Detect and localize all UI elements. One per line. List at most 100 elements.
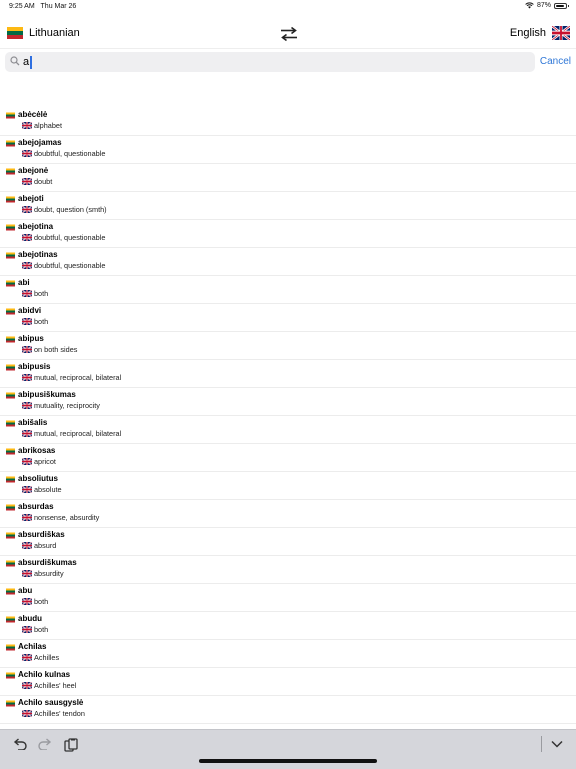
toolbar-divider: [541, 736, 542, 752]
uk-flag-icon: [22, 262, 32, 269]
lithuanian-term: abipus: [18, 334, 44, 343]
battery-icon: [554, 2, 569, 9]
uk-flag-icon: [22, 542, 32, 549]
lithuanian-term: Achilas: [18, 642, 47, 651]
english-translation: doubtful, questionable: [34, 233, 106, 242]
lithuanian-term: abejojamas: [18, 138, 62, 147]
result-row[interactable]: abudu both: [0, 612, 576, 640]
lithuanian-term: abejotinas: [18, 250, 58, 259]
uk-flag-icon: [22, 290, 32, 297]
result-row[interactable]: abejotina doubtful, questionable: [0, 220, 576, 248]
uk-flag-icon: [22, 234, 32, 241]
uk-flag-icon: [22, 682, 32, 689]
lithuanian-term: absurdiškas: [18, 530, 65, 539]
lithuania-flag-icon: [6, 588, 15, 595]
english-translation: absurdity: [34, 569, 64, 578]
lithuanian-term: abidvi: [18, 306, 42, 315]
lithuania-flag-icon: [6, 168, 15, 175]
swap-languages-button[interactable]: [279, 26, 299, 42]
english-translation: on both sides: [34, 345, 78, 354]
lithuania-flag-icon: [6, 308, 15, 315]
english-translation: both: [34, 597, 49, 606]
result-row[interactable]: abejotinas doubtful, questionable: [0, 248, 576, 276]
lithuanian-term: absurdas: [18, 502, 54, 511]
undo-icon[interactable]: [13, 738, 27, 750]
lithuanian-term: abrikosas: [18, 446, 56, 455]
result-row[interactable]: abišalis mutual, reciprocal, bilateral: [0, 416, 576, 444]
result-row[interactable]: abėcėlė alphabet: [0, 108, 576, 136]
uk-flag-icon: [22, 318, 32, 325]
english-translation: nonsense, absurdity: [34, 513, 100, 522]
uk-flag-icon: [22, 570, 32, 577]
uk-flag-icon: [22, 598, 32, 605]
lithuania-flag-icon: [6, 196, 15, 203]
english-translation: mutuality, reciprocity: [34, 401, 100, 410]
result-row[interactable]: Achilo kulnas Achilles' heel: [0, 668, 576, 696]
uk-flag-icon: [22, 346, 32, 353]
lithuanian-term: abu: [18, 586, 33, 595]
result-row[interactable]: absurdiškas absurd: [0, 528, 576, 556]
lithuania-flag-icon: [6, 504, 15, 511]
result-row[interactable]: abipusiškumas mutuality, reciprocity: [0, 388, 576, 416]
language-header: Lithuanian English: [0, 22, 576, 48]
chevron-down-icon[interactable]: [551, 740, 563, 748]
home-indicator: [199, 759, 377, 763]
target-language-selector[interactable]: English: [510, 26, 570, 40]
result-row[interactable]: abejonė doubt: [0, 164, 576, 192]
lithuanian-term: abišalis: [18, 418, 48, 427]
lithuanian-term: abejotina: [18, 222, 54, 231]
result-row[interactable]: abejoti doubt, question (smth): [0, 192, 576, 220]
lithuania-flag-icon: [6, 560, 15, 567]
result-row[interactable]: absurdiškumas absurdity: [0, 556, 576, 584]
lithuania-flag-icon: [6, 252, 15, 259]
lithuania-flag-icon: [6, 140, 15, 147]
keyboard-toolbar: [0, 729, 576, 769]
uk-flag-icon: [552, 26, 570, 40]
result-row[interactable]: abu both: [0, 584, 576, 612]
result-row[interactable]: abi both: [0, 276, 576, 304]
lithuania-flag-icon: [6, 280, 15, 287]
paste-icon[interactable]: [64, 738, 78, 752]
uk-flag-icon: [22, 402, 32, 409]
search-input[interactable]: [23, 53, 523, 71]
lithuania-flag-icon: [6, 476, 15, 483]
result-row[interactable]: Achilas Achilles: [0, 640, 576, 668]
search-icon: [10, 56, 20, 66]
result-row[interactable]: absoliutus absolute: [0, 472, 576, 500]
lithuanian-term: abejoti: [18, 194, 44, 203]
source-language-selector[interactable]: Lithuanian: [7, 27, 80, 39]
uk-flag-icon: [22, 178, 32, 185]
source-language-label: Lithuanian: [29, 27, 80, 39]
lithuanian-term: absurdiškumas: [18, 558, 77, 567]
lithuania-flag-icon: [6, 112, 15, 119]
result-row[interactable]: abidvi both: [0, 304, 576, 332]
result-row[interactable]: abipus on both sides: [0, 332, 576, 360]
search-row: Cancel: [0, 48, 576, 77]
uk-flag-icon: [22, 626, 32, 633]
status-indicators: 87%: [525, 2, 569, 9]
result-row[interactable]: absurdas nonsense, absurdity: [0, 500, 576, 528]
result-row[interactable]: abrikosas apricot: [0, 444, 576, 472]
uk-flag-icon: [22, 206, 32, 213]
result-row[interactable]: Achilo sausgyslė Achilles' tendon: [0, 696, 576, 724]
lithuania-flag-icon: [6, 672, 15, 679]
search-field[interactable]: [5, 52, 535, 72]
result-row[interactable]: abejojamas doubtful, questionable: [0, 136, 576, 164]
lithuania-flag-icon: [6, 700, 15, 707]
english-translation: doubtful, questionable: [34, 261, 106, 270]
english-translation: mutual, reciprocal, bilateral: [34, 429, 122, 438]
result-row[interactable]: abipusis mutual, reciprocal, bilateral: [0, 360, 576, 388]
cancel-button[interactable]: Cancel: [540, 56, 571, 67]
uk-flag-icon: [22, 430, 32, 437]
english-translation: apricot: [34, 457, 56, 466]
status-bar: 9:25 AM Thu Mar 26 87%: [0, 0, 576, 14]
uk-flag-icon: [22, 514, 32, 521]
redo-icon[interactable]: [38, 738, 52, 750]
results-list: abėcėlė alphabet abejojamas doubtful, quest…: [0, 108, 576, 724]
lithuanian-term: abudu: [18, 614, 42, 623]
uk-flag-icon: [22, 374, 32, 381]
lithuanian-term: abi: [18, 278, 30, 287]
english-translation: Achilles' tendon: [34, 709, 85, 718]
lithuanian-term: abėcėlė: [18, 110, 48, 119]
lithuanian-term: absoliutus: [18, 474, 59, 483]
